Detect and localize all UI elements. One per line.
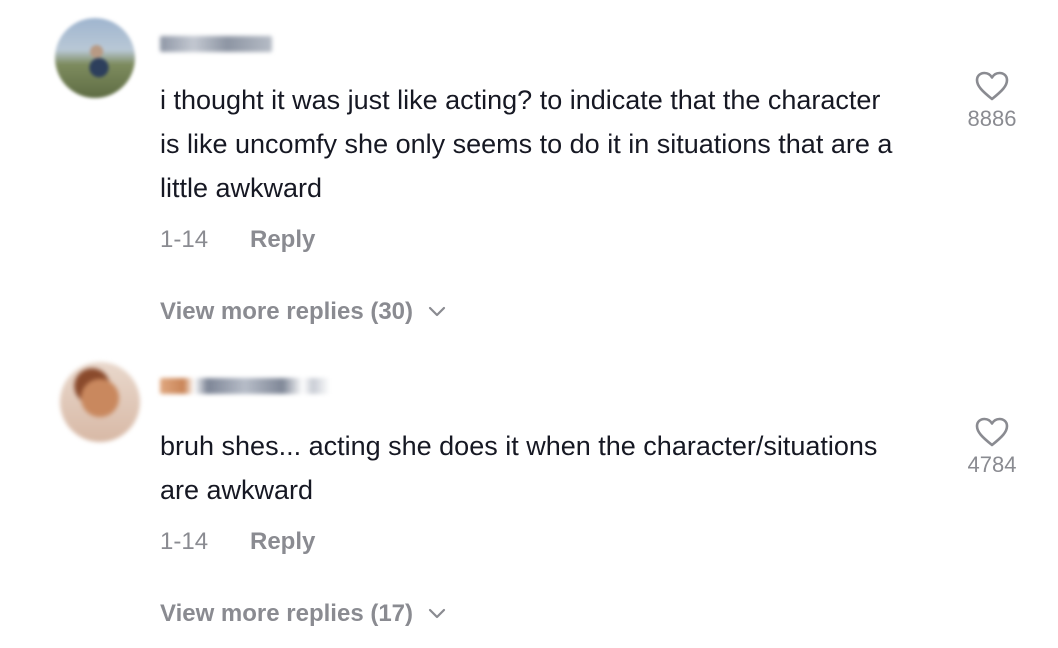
username-redacted[interactable]	[160, 36, 272, 52]
comment-date: 1-14	[160, 226, 209, 253]
view-more-replies-button[interactable]: View more replies (17)	[160, 600, 447, 628]
heart-outline-icon	[975, 71, 1009, 101]
comment-date: 1-14	[160, 528, 209, 555]
comment-text: bruh shes... acting she does it when the…	[160, 431, 878, 505]
reply-button[interactable]: Reply	[250, 226, 315, 254]
chevron-down-icon	[428, 306, 446, 317]
comment-meta: 1-14 Reply	[160, 226, 315, 254]
heart-outline-icon	[975, 417, 1009, 447]
username-redacted[interactable]	[160, 378, 330, 394]
like-button[interactable]: 8886	[952, 70, 1032, 132]
chevron-down-icon	[428, 608, 446, 619]
view-more-replies-label: View more replies (17)	[160, 600, 414, 627]
view-more-replies-button[interactable]: View more replies (30)	[160, 298, 447, 326]
view-more-replies-label: View more replies (30)	[160, 298, 414, 325]
reply-button[interactable]: Reply	[250, 528, 315, 556]
avatar[interactable]	[60, 362, 140, 442]
comment-meta: 1-14 Reply	[160, 528, 315, 556]
like-count: 8886	[967, 106, 1017, 131]
like-button[interactable]: 4784	[952, 416, 1032, 478]
like-count: 4784	[967, 452, 1017, 477]
comment-text: i thought it was just like acting? to in…	[160, 85, 893, 203]
avatar[interactable]	[55, 18, 135, 98]
